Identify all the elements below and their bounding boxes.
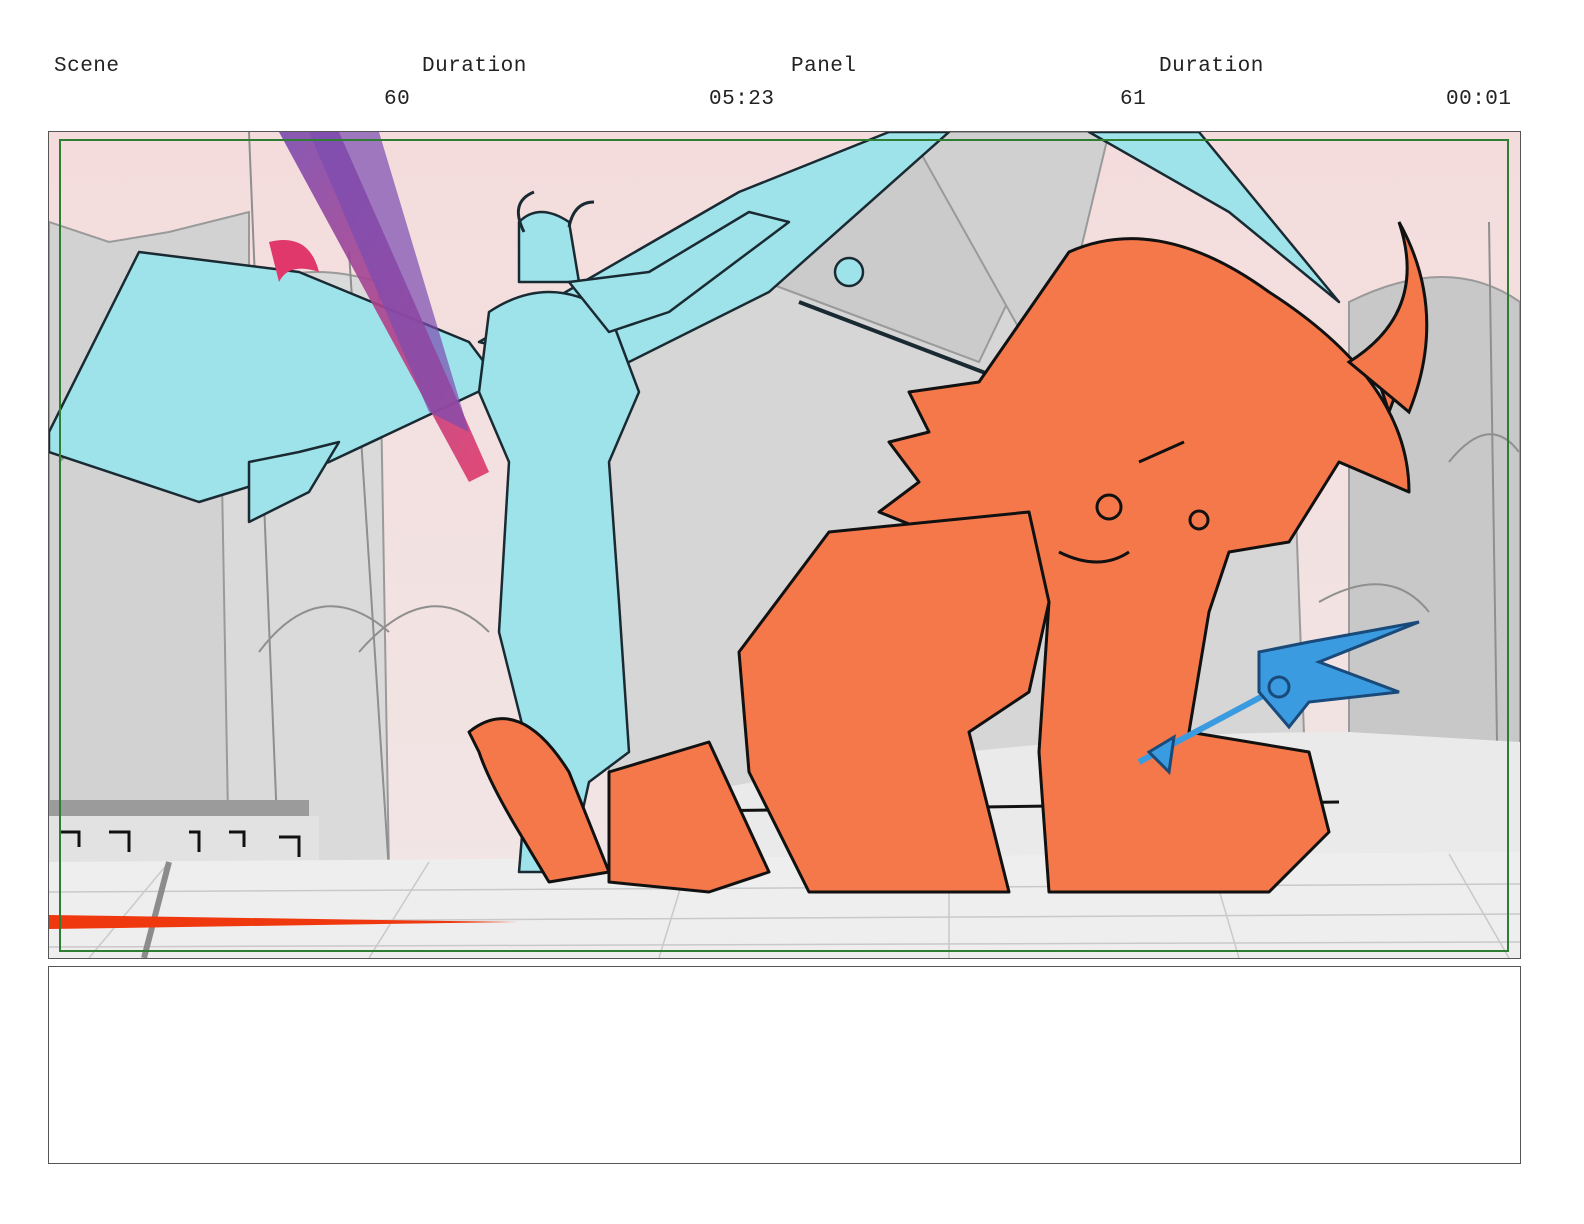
panel-label: Panel: [791, 55, 857, 78]
panel-duration-label: Duration: [1159, 55, 1264, 78]
scene-number: 60: [384, 88, 411, 111]
scene-duration-value: 05:23: [709, 88, 775, 111]
left-parapet: [49, 800, 319, 868]
panel-number: 61: [1120, 88, 1147, 111]
sword-guard: [833, 256, 865, 288]
scene-label: Scene: [54, 55, 120, 78]
notes-box[interactable]: [48, 966, 1521, 1164]
panel-duration-value: 00:01: [1446, 88, 1512, 111]
floor: [49, 852, 1520, 958]
panel-artwork: [49, 132, 1520, 958]
storyboard-panel[interactable]: [48, 131, 1521, 959]
scene-duration-label: Duration: [422, 55, 527, 78]
